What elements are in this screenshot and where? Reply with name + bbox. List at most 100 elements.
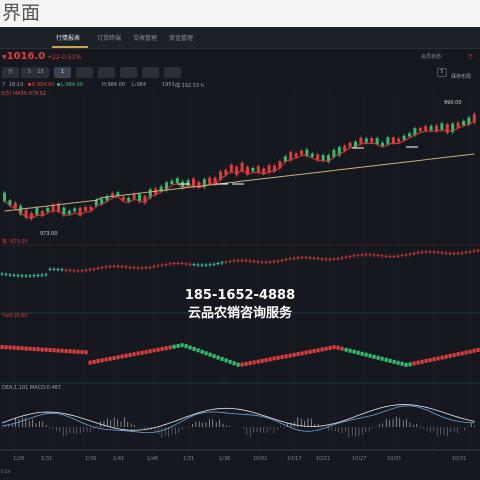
indicator2-segment (364, 352, 368, 357)
indicator2-segment (464, 350, 468, 355)
indicator2-segment (56, 348, 60, 353)
indicator2-segment (20, 346, 24, 351)
indicator1-label: 率 :973.00 (2, 239, 28, 245)
indicator2-segment (336, 345, 340, 350)
corner-time: 0:24 (1, 469, 10, 474)
indicator2-segment (192, 346, 196, 351)
indicator2-segment (264, 358, 268, 363)
trading-terminal: 行情报表 订货终端 交收管理 资金管理 ▼1016.0 +22 -0.51% 会… (0, 27, 480, 480)
x-tick: 1/38 (219, 456, 231, 462)
indicator2-segment (188, 345, 192, 350)
candle-body (300, 150, 303, 155)
indicator2-segment (100, 358, 104, 363)
indicator2-segment (284, 354, 288, 359)
candle-body (429, 125, 433, 131)
indicator2-segment (180, 343, 184, 348)
indicator2-segment (424, 358, 428, 363)
kline-chart (0, 93, 480, 454)
high-price-label: 990.00 (444, 100, 462, 106)
indicator2-segment (440, 355, 444, 360)
indicator2-segment (104, 357, 108, 362)
indicator2-segment (120, 354, 124, 359)
candle-body (283, 156, 287, 162)
candle-body (305, 149, 309, 156)
indicator2-segment (232, 361, 236, 366)
indicator2-segment (84, 350, 88, 355)
indicator2-segment (344, 347, 348, 352)
low-price-label: 973.00 (40, 231, 58, 237)
candle-body (251, 167, 255, 172)
indicator2-segment (380, 356, 384, 361)
indicator2-segment (52, 348, 56, 353)
x-tick: 1/31 (183, 456, 195, 462)
x-tick: 1/39 (85, 456, 97, 462)
indicator2-segment (200, 349, 204, 354)
indicator2-segment (128, 352, 132, 357)
indicator2-segment (272, 356, 276, 361)
indicator2-segment (412, 361, 416, 366)
watermark-phone: 185-1652-4888 (184, 288, 296, 303)
indicator2-segment (216, 355, 220, 360)
indicator2-segment (432, 357, 436, 362)
indicator2-segment (204, 351, 208, 356)
indicator2-segment (372, 354, 376, 359)
indicator2-segment (72, 349, 76, 354)
indicator2-segment (280, 355, 284, 360)
indicator2-segment (12, 345, 16, 350)
indicator2-segment (300, 351, 304, 356)
candle-body (381, 142, 384, 146)
x-tick: 1/28 (13, 456, 25, 462)
indicator2-segment (196, 348, 200, 353)
candle-body (73, 208, 77, 212)
candle-body (121, 196, 125, 201)
candle-body (462, 120, 465, 126)
candle-body (408, 133, 411, 137)
candle-body (440, 123, 444, 131)
indicator2-segment (352, 349, 356, 354)
indicator2-segment (240, 362, 244, 367)
indicator2-segment (184, 344, 188, 349)
indicator2-segment (376, 355, 380, 360)
indicator2-segment (80, 350, 84, 355)
indicator2-segment (116, 355, 120, 360)
indicator2-segment (452, 353, 456, 358)
indicator2-segment (400, 361, 404, 366)
indicator2-segment (416, 360, 420, 365)
candle-body (175, 178, 179, 184)
indicator2-segment (312, 349, 316, 354)
candle-body (170, 180, 174, 184)
candle-body (359, 137, 363, 145)
candle-body (418, 127, 422, 132)
indicator2-segment (360, 351, 364, 356)
indicator2-segment (220, 356, 224, 361)
candle-body (84, 207, 87, 211)
x-tick: 10/31 (387, 456, 402, 462)
indicator2-segment (144, 349, 148, 354)
indicator2-segment (392, 359, 396, 364)
indicator2-segment (448, 353, 452, 358)
macd-label: DEA:1.101 MACD:0.487 (2, 385, 61, 391)
indicator2-segment (332, 345, 336, 350)
candle-body (186, 180, 190, 186)
indicator2-segment (248, 361, 252, 366)
indicator2-segment (396, 360, 400, 365)
indicator2-segment (224, 358, 228, 363)
indicator2-segment (308, 349, 312, 354)
indicator2-segment (456, 352, 460, 357)
indicator2-segment (256, 359, 260, 364)
x-tick: 10/31 (452, 456, 467, 462)
indicator2-segment (28, 346, 32, 351)
indicator2-segment (156, 347, 160, 352)
x-tick: 1/41 (113, 456, 125, 462)
indicator2-segment (0, 345, 4, 349)
indicator2-segment (268, 357, 272, 362)
indicator2-segment (60, 348, 64, 353)
indicator2-segment (468, 349, 472, 354)
indicator2-segment (160, 346, 164, 351)
candle-body (310, 153, 314, 157)
indicator2-segment (132, 352, 136, 357)
page-title: 界面 (2, 2, 41, 24)
candle-body (348, 142, 352, 147)
macd-dea-line (1, 405, 475, 433)
indicator2-segment (140, 350, 144, 355)
